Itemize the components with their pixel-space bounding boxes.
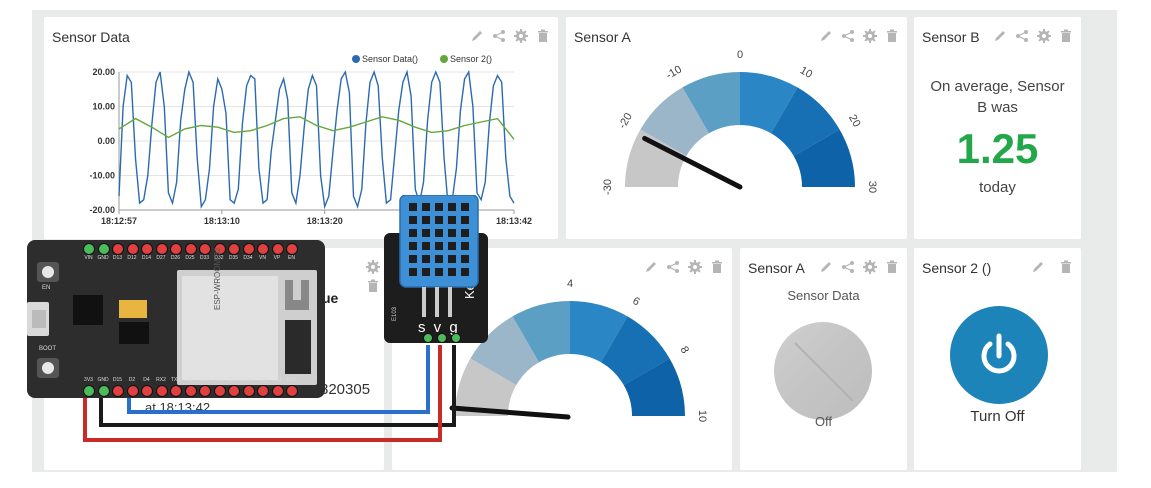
esp32-pin[interactable] (286, 243, 298, 255)
dht-vent (422, 255, 430, 263)
esp32-pin-label: RX2 (156, 377, 166, 383)
esp32-pin-label: D25 (185, 255, 195, 261)
esp32-pin-label: D35 (228, 255, 239, 261)
dht-vent (435, 203, 443, 211)
esp32-pin[interactable] (199, 385, 211, 397)
esp32-pin[interactable] (83, 385, 95, 397)
dht-vent (409, 268, 417, 276)
dht-vent (435, 216, 443, 224)
esp32-pin-label: D12 (127, 255, 137, 261)
esp32-pin[interactable] (170, 243, 182, 255)
esp32-pin[interactable] (228, 385, 240, 397)
esp32-pin-label: VP (273, 255, 281, 261)
esp32-pin[interactable] (242, 243, 255, 255)
esp32-pin[interactable] (126, 385, 139, 397)
esp32-pin[interactable] (184, 385, 197, 397)
esp32-pin[interactable] (199, 243, 211, 255)
esp32-pin[interactable] (228, 243, 240, 255)
dht-vent (448, 216, 456, 224)
dht-vent (435, 268, 443, 276)
esp32-pin[interactable] (213, 385, 226, 397)
esp32-pin[interactable] (155, 243, 168, 255)
esp32-pin[interactable] (257, 243, 269, 255)
esp32-pin[interactable] (112, 243, 124, 255)
module-label: ESP-WROOM-32 (213, 247, 222, 310)
dht-vent (422, 229, 430, 237)
en-button-label: EN (42, 285, 51, 291)
dht-vent (461, 203, 469, 211)
dht-vent (409, 242, 417, 250)
dht-vent (448, 242, 456, 250)
dht-vent (409, 229, 417, 237)
esp32-pin[interactable] (286, 385, 298, 397)
dht-vent (422, 268, 430, 276)
esp32-pin[interactable] (97, 385, 110, 397)
dht-vent (422, 216, 430, 224)
dht-vent (435, 255, 443, 263)
esp32-pin[interactable] (141, 385, 153, 397)
esp32-pin[interactable] (97, 243, 110, 255)
esp32-pin-label: D5 (186, 377, 194, 383)
esp32-pin-label: D15 (112, 377, 123, 383)
dht-vent (461, 255, 469, 263)
dashboard-screenshot: Sensor Data 20.00 10.00 0.00 -10.00 -20.00 18… (0, 0, 1151, 488)
esp32-pin[interactable] (83, 243, 95, 255)
esp32-pin-label: D21 (228, 377, 239, 383)
dht-vent (409, 255, 417, 263)
dht-vent (461, 229, 469, 237)
esp32-pin[interactable] (126, 243, 139, 255)
esp32-pin-label: D33 (199, 255, 210, 261)
esp32-pin-label: GND (97, 255, 109, 261)
dht-vent (461, 268, 469, 276)
esp32-pin[interactable] (155, 385, 168, 397)
esp32-pin[interactable] (271, 385, 284, 397)
esp32-pin-label: D34 (243, 255, 253, 261)
esp32-pin-label: D23 (286, 377, 297, 383)
esp32-pin[interactable] (170, 385, 182, 397)
esp32-pin-label: D13 (112, 255, 123, 261)
esp32-pin-label: D26 (170, 255, 181, 261)
esp32-pin-label: TX0 (257, 377, 268, 383)
esp32-pin-label: GND (97, 377, 109, 383)
esp32-pin-label: VIN (84, 255, 93, 261)
dht-vent (409, 203, 417, 211)
dht-vent (409, 216, 417, 224)
esp32-pin[interactable] (257, 385, 269, 397)
dht-vent (461, 216, 469, 224)
dht-vent (448, 255, 456, 263)
esp32-pin-label: D27 (156, 255, 166, 261)
dht-vent (422, 242, 430, 250)
esp32-pin-label: D19 (214, 377, 224, 383)
dht-sensor-graphic (399, 195, 479, 343)
esp32-pin-label: D4 (143, 377, 150, 383)
esp32-pins: VIN GND D13 D12 D14 D27 D26 D25 D33 D32 D35 D34 VN VP… (27, 240, 325, 398)
esp32-pin[interactable] (141, 243, 153, 255)
esp32-board: VIN GND D13 D12 D14 D27 D26 D25 D33 D32 D35 D34 VN VP… (27, 240, 325, 398)
esp32-pin[interactable] (271, 243, 284, 255)
esp32-pin-label: VN (259, 255, 266, 261)
dht-vent (448, 268, 456, 276)
dht-vent (435, 242, 443, 250)
esp32-pin-label: RX0 (243, 377, 253, 383)
esp32-pin-label: D14 (141, 255, 152, 261)
esp32-pin[interactable] (112, 385, 124, 397)
dht-vent (448, 203, 456, 211)
dht-vent (448, 229, 456, 237)
dht-vent (422, 203, 430, 211)
esp32-pin[interactable] (184, 243, 197, 255)
esp32-pin[interactable] (242, 385, 255, 397)
esp32-pin-label: D22 (272, 377, 282, 383)
dht-vent (435, 229, 443, 237)
esp32-pin-label: D18 (199, 377, 210, 383)
esp32-pin-label: 3V3 (84, 377, 93, 383)
boot-button-label: BOOT (39, 346, 57, 352)
dht-vent (461, 242, 469, 250)
esp32-pin-label: TX2 (170, 377, 181, 383)
esp32-pin-label: EN (288, 255, 295, 261)
esp32-pin-label: D2 (128, 377, 136, 383)
